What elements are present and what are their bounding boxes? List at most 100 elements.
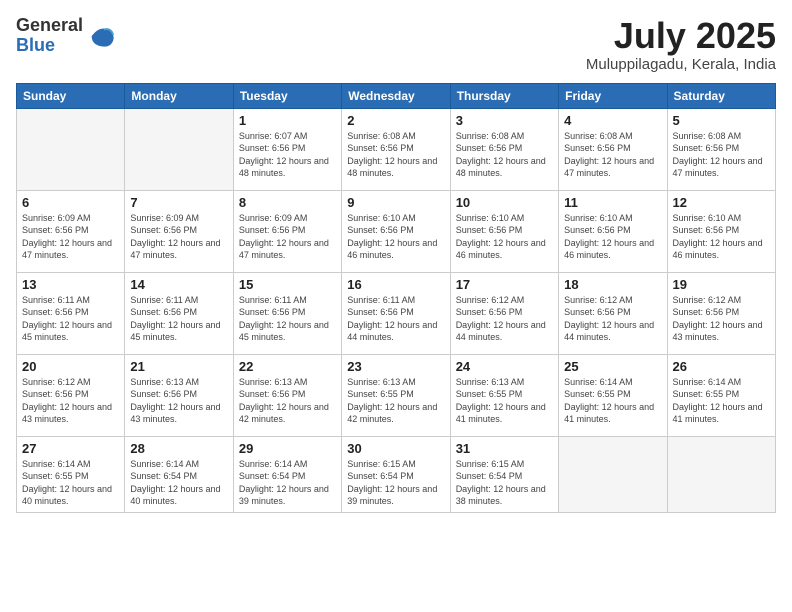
table-row: 25 Sunrise: 6:14 AM Sunset: 6:55 PM Dayli… [559, 354, 667, 436]
logo-general: General [16, 16, 83, 36]
day-info: Sunrise: 6:14 AM Sunset: 6:55 PM Dayligh… [564, 376, 661, 426]
day-number: 7 [130, 195, 227, 210]
table-row: 14Sunrise: 6:11 AM Sunset: 6:56 PM Dayli… [125, 272, 233, 354]
day-info: Sunrise: 6:14 AM Sunset: 6:54 PM Dayligh… [239, 458, 336, 508]
day-info: Sunrise: 6:11 AM Sunset: 6:56 PM Dayligh… [22, 294, 119, 344]
day-number: 31 [456, 441, 553, 456]
table-row: 24 Sunrise: 6:13 AM Sunset: 6:55 PM Dayli… [450, 354, 558, 436]
table-row: 6Sunrise: 6:09 AM Sunset: 6:56 PM Daylig… [17, 190, 125, 272]
table-row: 28 Sunrise: 6:14 AM Sunset: 6:54 PM Dayli… [125, 436, 233, 512]
day-number: 20 [22, 359, 119, 374]
day-info: Sunrise: 6:09 AM Sunset: 6:56 PM Dayligh… [22, 212, 119, 262]
day-number: 21 [130, 359, 227, 374]
day-info: Sunrise: 6:08 AM Sunset: 6:56 PM Dayligh… [564, 130, 661, 180]
day-info: Sunrise: 6:08 AM Sunset: 6:56 PM Dayligh… [347, 130, 444, 180]
col-saturday: Saturday [667, 83, 775, 108]
day-info: Sunrise: 6:12 AM Sunset: 6:56 PM Dayligh… [22, 376, 119, 426]
day-info: Sunrise: 6:08 AM Sunset: 6:56 PM Dayligh… [673, 130, 770, 180]
table-row: 26 Sunrise: 6:14 AM Sunset: 6:55 PM Dayli… [667, 354, 775, 436]
day-number: 11 [564, 195, 661, 210]
day-info: Sunrise: 6:13 AM Sunset: 6:56 PM Dayligh… [130, 376, 227, 426]
day-number: 17 [456, 277, 553, 292]
col-tuesday: Tuesday [233, 83, 341, 108]
table-row: 16 Sunrise: 6:11 AM Sunset: 6:56 PM Dayli… [342, 272, 450, 354]
table-row: 21 Sunrise: 6:13 AM Sunset: 6:56 PM Dayli… [125, 354, 233, 436]
day-number: 28 [130, 441, 227, 456]
day-number: 25 [564, 359, 661, 374]
day-number: 22 [239, 359, 336, 374]
day-info: Sunrise: 6:13 AM Sunset: 6:56 PM Dayligh… [239, 376, 336, 426]
calendar-table: Sunday Monday Tuesday Wednesday Thursday… [16, 83, 776, 513]
day-number: 1 [239, 113, 336, 128]
day-info: Sunrise: 6:13 AM Sunset: 6:55 PM Dayligh… [347, 376, 444, 426]
day-number: 24 [456, 359, 553, 374]
table-row: 15 Sunrise: 6:11 AM Sunset: 6:56 PM Dayli… [233, 272, 341, 354]
table-row: 12Sunrise: 6:10 AM Sunset: 6:56 PM Dayli… [667, 190, 775, 272]
table-row: 10Sunrise: 6:10 AM Sunset: 6:56 PM Dayli… [450, 190, 558, 272]
location: Muluppilagadu, Kerala, India [586, 56, 776, 73]
day-number: 27 [22, 441, 119, 456]
day-info: Sunrise: 6:11 AM Sunset: 6:56 PM Dayligh… [239, 294, 336, 344]
day-number: 26 [673, 359, 770, 374]
day-info: Sunrise: 6:10 AM Sunset: 6:56 PM Dayligh… [564, 212, 661, 262]
table-row: 1 Sunrise: 6:07 AM Sunset: 6:56 PM Daylig… [233, 108, 341, 190]
day-info: Sunrise: 6:14 AM Sunset: 6:55 PM Dayligh… [22, 458, 119, 508]
day-number: 16 [347, 277, 444, 292]
day-number: 5 [673, 113, 770, 128]
day-number: 12 [673, 195, 770, 210]
day-number: 3 [456, 113, 553, 128]
table-row: 30 Sunrise: 6:15 AM Sunset: 6:54 PM Dayli… [342, 436, 450, 512]
table-row: 13 Sunrise: 6:11 AM Sunset: 6:56 PM Dayli… [17, 272, 125, 354]
day-number: 19 [673, 277, 770, 292]
table-row: 18 Sunrise: 6:12 AM Sunset: 6:56 PM Dayli… [559, 272, 667, 354]
table-row: 3 Sunrise: 6:08 AM Sunset: 6:56 PM Daylig… [450, 108, 558, 190]
title-block: July 2025 Muluppilagadu, Kerala, India [586, 16, 776, 73]
day-info: Sunrise: 6:11 AM Sunset: 6:56 PM Dayligh… [347, 294, 444, 344]
day-number: 15 [239, 277, 336, 292]
table-row: 27 Sunrise: 6:14 AM Sunset: 6:55 PM Dayli… [17, 436, 125, 512]
day-number: 2 [347, 113, 444, 128]
table-row: 23 Sunrise: 6:13 AM Sunset: 6:55 PM Dayli… [342, 354, 450, 436]
day-info: Sunrise: 6:09 AM Sunset: 6:56 PM Dayligh… [130, 212, 227, 262]
day-number: 30 [347, 441, 444, 456]
logo: General Blue [16, 16, 115, 56]
table-row [17, 108, 125, 190]
table-row: 8Sunrise: 6:09 AM Sunset: 6:56 PM Daylig… [233, 190, 341, 272]
day-info: Sunrise: 6:15 AM Sunset: 6:54 PM Dayligh… [347, 458, 444, 508]
day-info: Sunrise: 6:10 AM Sunset: 6:56 PM Dayligh… [456, 212, 553, 262]
table-row: 2 Sunrise: 6:08 AM Sunset: 6:56 PM Daylig… [342, 108, 450, 190]
col-wednesday: Wednesday [342, 83, 450, 108]
table-row: 19 Sunrise: 6:12 AM Sunset: 6:56 PM Dayli… [667, 272, 775, 354]
logo-blue: Blue [16, 36, 83, 56]
day-number: 13 [22, 277, 119, 292]
day-number: 23 [347, 359, 444, 374]
day-number: 18 [564, 277, 661, 292]
day-info: Sunrise: 6:10 AM Sunset: 6:56 PM Dayligh… [347, 212, 444, 262]
calendar-header-row: Sunday Monday Tuesday Wednesday Thursday… [17, 83, 776, 108]
table-row [125, 108, 233, 190]
logo-text: General Blue [16, 16, 83, 56]
day-number: 29 [239, 441, 336, 456]
day-info: Sunrise: 6:08 AM Sunset: 6:56 PM Dayligh… [456, 130, 553, 180]
day-info: Sunrise: 6:11 AM Sunset: 6:56 PM Dayligh… [130, 294, 227, 344]
day-number: 9 [347, 195, 444, 210]
day-info: Sunrise: 6:12 AM Sunset: 6:56 PM Dayligh… [673, 294, 770, 344]
day-info: Sunrise: 6:07 AM Sunset: 6:56 PM Dayligh… [239, 130, 336, 180]
table-row: 29 Sunrise: 6:14 AM Sunset: 6:54 PM Dayli… [233, 436, 341, 512]
page-container: General Blue July 2025 Muluppilagadu, Ke… [0, 0, 792, 612]
day-info: Sunrise: 6:14 AM Sunset: 6:54 PM Dayligh… [130, 458, 227, 508]
day-info: Sunrise: 6:12 AM Sunset: 6:56 PM Dayligh… [564, 294, 661, 344]
logo-icon [87, 22, 115, 50]
table-row: 7 Sunrise: 6:09 AM Sunset: 6:56 PM Daylig… [125, 190, 233, 272]
table-row [559, 436, 667, 512]
table-row: 11 Sunrise: 6:10 AM Sunset: 6:56 PM Dayli… [559, 190, 667, 272]
table-row [667, 436, 775, 512]
table-row: 9 Sunrise: 6:10 AM Sunset: 6:56 PM Daylig… [342, 190, 450, 272]
col-sunday: Sunday [17, 83, 125, 108]
table-row: 5 Sunrise: 6:08 AM Sunset: 6:56 PM Daylig… [667, 108, 775, 190]
col-thursday: Thursday [450, 83, 558, 108]
day-info: Sunrise: 6:14 AM Sunset: 6:55 PM Dayligh… [673, 376, 770, 426]
header: General Blue July 2025 Muluppilagadu, Ke… [16, 16, 776, 73]
day-info: Sunrise: 6:13 AM Sunset: 6:55 PM Dayligh… [456, 376, 553, 426]
month-title: July 2025 [586, 16, 776, 56]
